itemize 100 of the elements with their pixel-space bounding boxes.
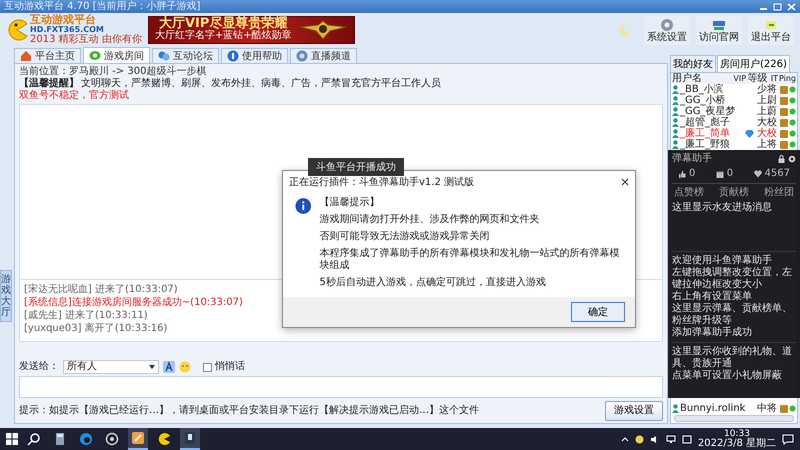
clock-date[interactable]: 2022/3/8 星期二 — [698, 439, 776, 449]
disc-icon — [296, 50, 308, 62]
user-row[interactable]: _GG_夜星梦 上蔚 — [671, 106, 797, 117]
user-icon — [672, 140, 679, 149]
input-method-icon[interactable] — [682, 434, 692, 444]
side-tab[interactable]: 游戏大厅 — [0, 270, 12, 322]
user-icon — [672, 404, 679, 413]
user-row[interactable]: Bunnyi.rolink 中将 — [671, 403, 797, 414]
close-icon[interactable] — [621, 178, 629, 186]
dialog-text: 5秒后自动进入游戏，点确定可跳过，直接进入游戏 — [320, 277, 547, 289]
dialog-text: 游戏期间请勿打开外挂、涉及作弊的网页和文件夹 — [320, 214, 541, 226]
chat-message: [戚先生] 进来了(10:33:11) — [24, 309, 148, 322]
chevron-icon[interactable] — [620, 436, 629, 442]
toolbar-button[interactable]: 访问官网 — [696, 16, 742, 44]
tab[interactable]: 互动论坛 — [152, 48, 219, 63]
overlay-title: 弹幕助手 — [672, 153, 712, 165]
window-icon[interactable] — [180, 428, 200, 450]
gear-icon — [659, 18, 675, 32]
dialog-text: 本程序集成了弹幕助手的所有弹幕模块和发礼物一站式的所有弹幕模块组成 — [320, 248, 621, 272]
tab[interactable]: 平台主页 — [14, 48, 81, 63]
dialog-heading: 【温馨提示】 — [320, 197, 381, 209]
chat-message: [系统信息]连接游戏房间服务器成功~(10:33:07) — [24, 296, 243, 309]
toast-message: 斗鱼平台开播成功 — [308, 158, 404, 176]
user-icon — [672, 85, 679, 94]
start-icon[interactable] — [6, 433, 18, 445]
banner-title: 大厅VIP尽显尊贵荣耀 — [158, 18, 288, 30]
column-header: 等级 — [748, 73, 769, 84]
send-to-label: 发送给： — [19, 361, 59, 373]
info-icon — [227, 50, 239, 62]
stat-value: 4567 — [764, 168, 790, 180]
message-input[interactable] — [19, 376, 663, 398]
tab[interactable]: 直播频道 — [290, 48, 357, 63]
app-icon[interactable] — [128, 428, 148, 450]
overlay-message: 这里显示弹幕、贡献榜单、粉丝牌升级等 — [672, 303, 793, 326]
user-row[interactable]: _BB_小滨 少将 — [671, 84, 797, 95]
moon-icon — [618, 22, 634, 38]
user-icon — [672, 107, 679, 116]
stat-value: 0 — [726, 168, 734, 180]
user-row[interactable]: _超管_彪子 大校 — [671, 117, 797, 128]
network-icon[interactable] — [666, 434, 676, 444]
user-icon — [672, 129, 679, 138]
location-text: 当前位置：罗马殿川 -> 300超级斗一步棋 — [19, 66, 208, 78]
notice-tag: 【温馨提醒】 — [19, 78, 79, 90]
scrollbar[interactable] — [674, 415, 794, 422]
user-row[interactable]: _廉工_简单 大校 — [671, 128, 797, 139]
logo-url: HD.FXT365.COM — [30, 25, 104, 34]
overlay-message: 欢迎使用斗鱼弹幕助手 — [672, 255, 773, 266]
user-icon — [672, 96, 679, 105]
overlay-message: 这里显示你收到的礼物、道具、贵族开通 — [672, 346, 793, 370]
overlay-message: 右上角有设置菜单 — [672, 291, 753, 302]
whisper-checkbox[interactable]: 悄悄话 — [203, 361, 245, 373]
toolbar-button[interactable]: 系统设置 — [644, 16, 690, 44]
wings-emblem-icon — [298, 19, 348, 41]
overlay-message: 点菜单可设置小礼物屏蔽 — [672, 370, 783, 382]
lock-icon[interactable] — [778, 155, 785, 163]
tab[interactable]: 房间用户(226) — [717, 55, 790, 72]
stat-value: 0 — [689, 168, 696, 180]
rank-icon — [780, 404, 788, 412]
chat-icon — [89, 50, 101, 62]
tray-app-icon[interactable] — [634, 434, 644, 444]
ok-button[interactable]: 确定 — [571, 302, 625, 322]
logo-slogan: 2013 精彩互动 由你有你 — [30, 35, 142, 45]
clock-time[interactable]: 10:33 — [724, 429, 750, 439]
vip-banner[interactable]: 大厅VIP尽显尊贵荣耀 大厅红字名字+蓝钻+酷炫勋章 — [148, 16, 355, 44]
caret-icon — [149, 365, 155, 369]
tab[interactable]: 点赞榜 — [672, 187, 706, 199]
tab[interactable]: 贡献榜 — [717, 187, 751, 199]
column-header: VIP — [732, 73, 747, 84]
notification-icon[interactable] — [782, 434, 794, 444]
user-row[interactable]: _GG_小桥 上尉 — [671, 95, 797, 106]
window-title: 互动游戏平台 4.70 [当前用户：小胖子游戏] — [4, 0, 200, 13]
recipient-select[interactable]: 所有人 — [63, 360, 159, 374]
warning-text: 双鱼号不稳定，官方测试 — [19, 90, 130, 102]
column-header: IT — [770, 73, 778, 84]
tab[interactable]: 使用帮助 — [221, 48, 288, 63]
heart-icon — [754, 170, 762, 178]
dialog-title: 正在运行插件：斗鱼弹幕助手v1.2 测试版 — [289, 176, 474, 189]
overlay-message: 这里显示水友进场消息 — [672, 202, 773, 214]
tab[interactable]: 我的好友 — [670, 55, 716, 72]
overlay-message: 添加弹幕助手成功 — [672, 327, 753, 339]
settings-icon[interactable] — [788, 155, 796, 163]
user-row[interactable]: _廉工_野狼 上将 — [671, 139, 797, 150]
column-header: Ping — [778, 73, 796, 84]
font-icon[interactable] — [163, 361, 175, 373]
tab[interactable]: 粉丝团 — [762, 187, 796, 199]
chat-message: [yuxque03] 离开了(10:33:16) — [24, 322, 168, 335]
logo-text: 互动游戏平台 — [30, 15, 97, 25]
column-header: 用户名 — [672, 73, 703, 84]
thumbs-up-icon — [678, 170, 686, 178]
ping-icon — [789, 405, 796, 412]
maximize-icon[interactable] — [773, 2, 782, 10]
hint-text: 提示：如提示【游戏已经运行…】，请到桌面或平台安装目录下运行【解决提示游戏已启动…】这个文件 — [19, 405, 480, 417]
bubbles-icon — [158, 50, 170, 62]
banner-subtitle: 大厅红字名字+蓝钻+酷炫勋章 — [154, 30, 292, 42]
game-settings-button[interactable]: 游戏设置 — [605, 401, 663, 421]
tab[interactable]: 游戏房间 — [83, 47, 150, 63]
toolbar-button[interactable]: 退出平台 — [748, 16, 794, 44]
overlay-message: 左键拖拽调整改变位置，左键拉伸边框改变大小 — [672, 267, 793, 290]
pacman-icon — [6, 19, 28, 41]
info-icon — [295, 197, 312, 215]
